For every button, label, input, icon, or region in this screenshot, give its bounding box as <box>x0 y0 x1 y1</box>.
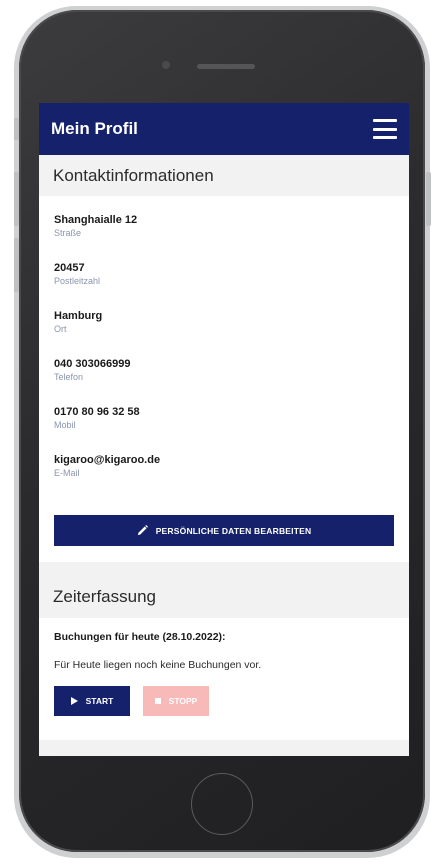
mute-switch <box>14 118 19 140</box>
stop-button-label: STOPP <box>168 696 198 706</box>
time-tracking-body: Buchungen für heute (28.10.2022): Für He… <box>39 618 409 716</box>
front-camera <box>162 61 170 69</box>
contact-list: Shanghaialle 12 Straße 20457 Postleitzah… <box>39 196 409 501</box>
street-label: Straße <box>54 228 82 238</box>
stop-button[interactable]: STOPP <box>143 686 209 716</box>
phone-label: Telefon <box>54 372 84 382</box>
contact-item-city: Hamburg Ort <box>54 309 394 357</box>
contact-item-email: kigaroo@kigaroo.de E-Mail <box>54 453 394 501</box>
power-button <box>426 172 431 226</box>
bookings-empty-message: Für Heute liegen noch keine Buchungen vo… <box>54 659 262 671</box>
page-title: Mein Profil <box>51 119 138 138</box>
play-icon <box>70 697 78 705</box>
app-screen: Mein Profil Kontaktinformationen Shangha… <box>39 103 409 756</box>
top-app-bar: Mein Profil <box>39 103 409 155</box>
city-value: Hamburg <box>54 310 103 322</box>
volume-up-button <box>14 172 19 226</box>
contact-section-title: Kontaktinformationen <box>39 155 409 196</box>
time-tracking-section-title: Zeiterfassung <box>39 562 409 618</box>
mobile-value: 0170 80 96 32 58 <box>54 406 140 418</box>
contact-item-postal-code: 20457 Postleitzahl <box>54 261 394 309</box>
home-button[interactable] <box>191 773 253 835</box>
email-value: kigaroo@kigaroo.de <box>54 454 161 466</box>
email-label: E-Mail <box>54 468 80 478</box>
spacer <box>39 546 409 562</box>
edit-button-wrap: PERSÖNLICHE DATEN BEARBEITEN <box>39 501 409 546</box>
time-tracking-buttons: START STOPP <box>54 686 394 716</box>
contact-item-street: Shanghaialle 12 Straße <box>54 213 394 261</box>
pencil-icon <box>137 525 148 536</box>
city-label: Ort <box>54 324 67 334</box>
bottom-section-band <box>39 740 409 756</box>
phone-value: 040 303066999 <box>54 358 131 370</box>
street-value: Shanghaialle 12 <box>54 214 138 226</box>
postal-code-value: 20457 <box>54 262 85 274</box>
earpiece-speaker <box>197 64 255 69</box>
hamburger-menu-icon[interactable] <box>373 119 397 139</box>
edit-personal-data-button[interactable]: PERSÖNLICHE DATEN BEARBEITEN <box>54 515 394 546</box>
stop-square-icon <box>154 698 161 704</box>
contact-item-mobile: 0170 80 96 32 58 Mobil <box>54 405 394 453</box>
volume-down-button <box>14 238 19 292</box>
start-button-label: START <box>85 696 114 706</box>
postal-code-label: Postleitzahl <box>54 276 101 286</box>
start-button[interactable]: START <box>54 686 130 716</box>
mobile-label: Mobil <box>54 420 76 430</box>
contact-item-phone: 040 303066999 Telefon <box>54 357 394 405</box>
bookings-heading: Buchungen für heute (28.10.2022): <box>54 631 226 643</box>
edit-button-label: PERSÖNLICHE DATEN BEARBEITEN <box>155 525 312 536</box>
